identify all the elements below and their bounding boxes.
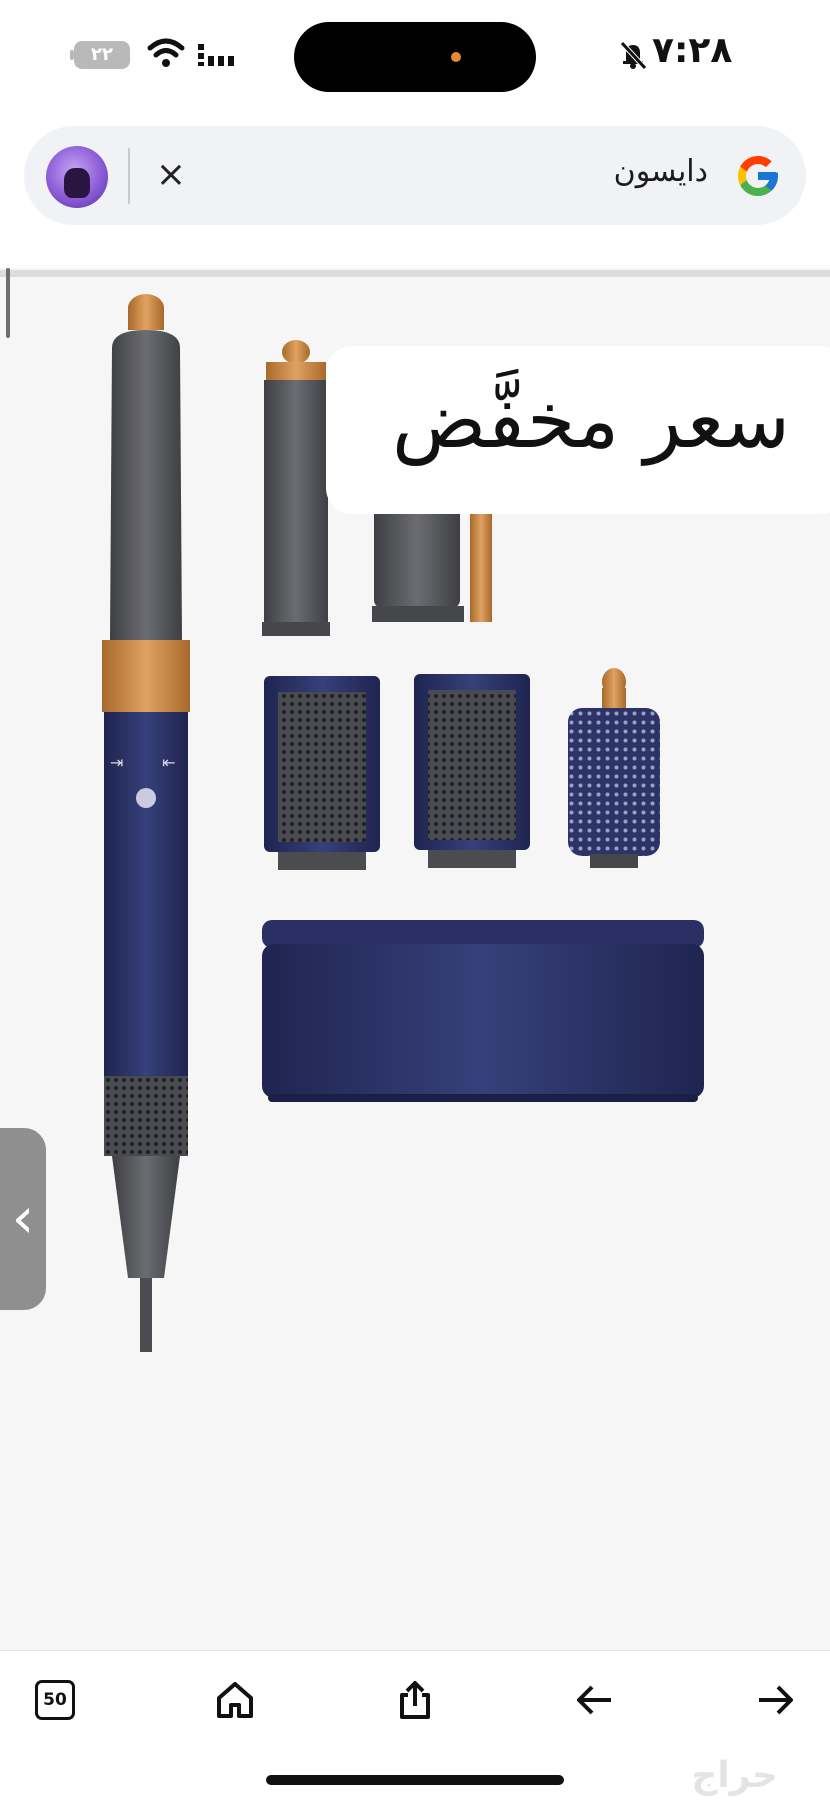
cellular-signal-icon — [198, 44, 234, 66]
bottom-toolbar: 50 حراج — [0, 1650, 830, 1801]
close-icon[interactable]: × — [150, 154, 192, 196]
share-button[interactable] — [388, 1673, 442, 1727]
curling-barrel-attachment — [262, 340, 330, 636]
home-button[interactable] — [208, 1673, 262, 1727]
share-icon — [400, 1681, 430, 1719]
search-bar[interactable]: × دايسون — [24, 126, 806, 225]
diffuser-attachment-right — [414, 674, 530, 868]
haraj-watermark: حراج — [691, 1755, 778, 1796]
svg-text:⇤: ⇤ — [162, 753, 175, 772]
tabs-button[interactable]: 50 — [28, 1673, 82, 1727]
side-panel-tab[interactable]: ‹ — [0, 1128, 46, 1310]
silent-mode-bell-icon — [620, 41, 647, 70]
forward-arrow-icon — [759, 1685, 793, 1715]
status-bar: ٢٢ ٧:٢٨ — [0, 0, 830, 110]
diffuser-attachment-left — [264, 676, 380, 870]
home-icon — [217, 1682, 253, 1718]
svg-text:⇥: ⇥ — [110, 753, 123, 772]
profile-avatar[interactable] — [46, 146, 108, 208]
avatar-cat-silhouette — [64, 168, 90, 198]
back-button[interactable] — [568, 1673, 622, 1727]
price-text: سعر مخفَّض — [392, 376, 790, 466]
battery-icon: ٢٢ — [74, 41, 130, 69]
price-badge: سعر مخفَّض — [326, 346, 830, 514]
home-indicator-bar[interactable] — [266, 1775, 564, 1785]
google-logo-icon — [738, 156, 778, 196]
search-bar-divider — [128, 148, 130, 204]
dynamic-island — [294, 22, 536, 92]
search-query[interactable]: دايسون — [614, 154, 708, 189]
airwrap-styler: ⇥ ⇤ — [102, 294, 190, 1352]
forward-button[interactable] — [748, 1673, 802, 1727]
back-arrow-icon — [577, 1685, 611, 1715]
status-time: ٧:٢٨ — [652, 30, 733, 71]
round-brush-attachment — [568, 668, 660, 868]
recording-indicator-dot — [451, 52, 461, 62]
wifi-icon — [147, 38, 185, 67]
tabs-icon: 50 — [35, 1680, 75, 1720]
storage-case — [262, 920, 704, 1102]
